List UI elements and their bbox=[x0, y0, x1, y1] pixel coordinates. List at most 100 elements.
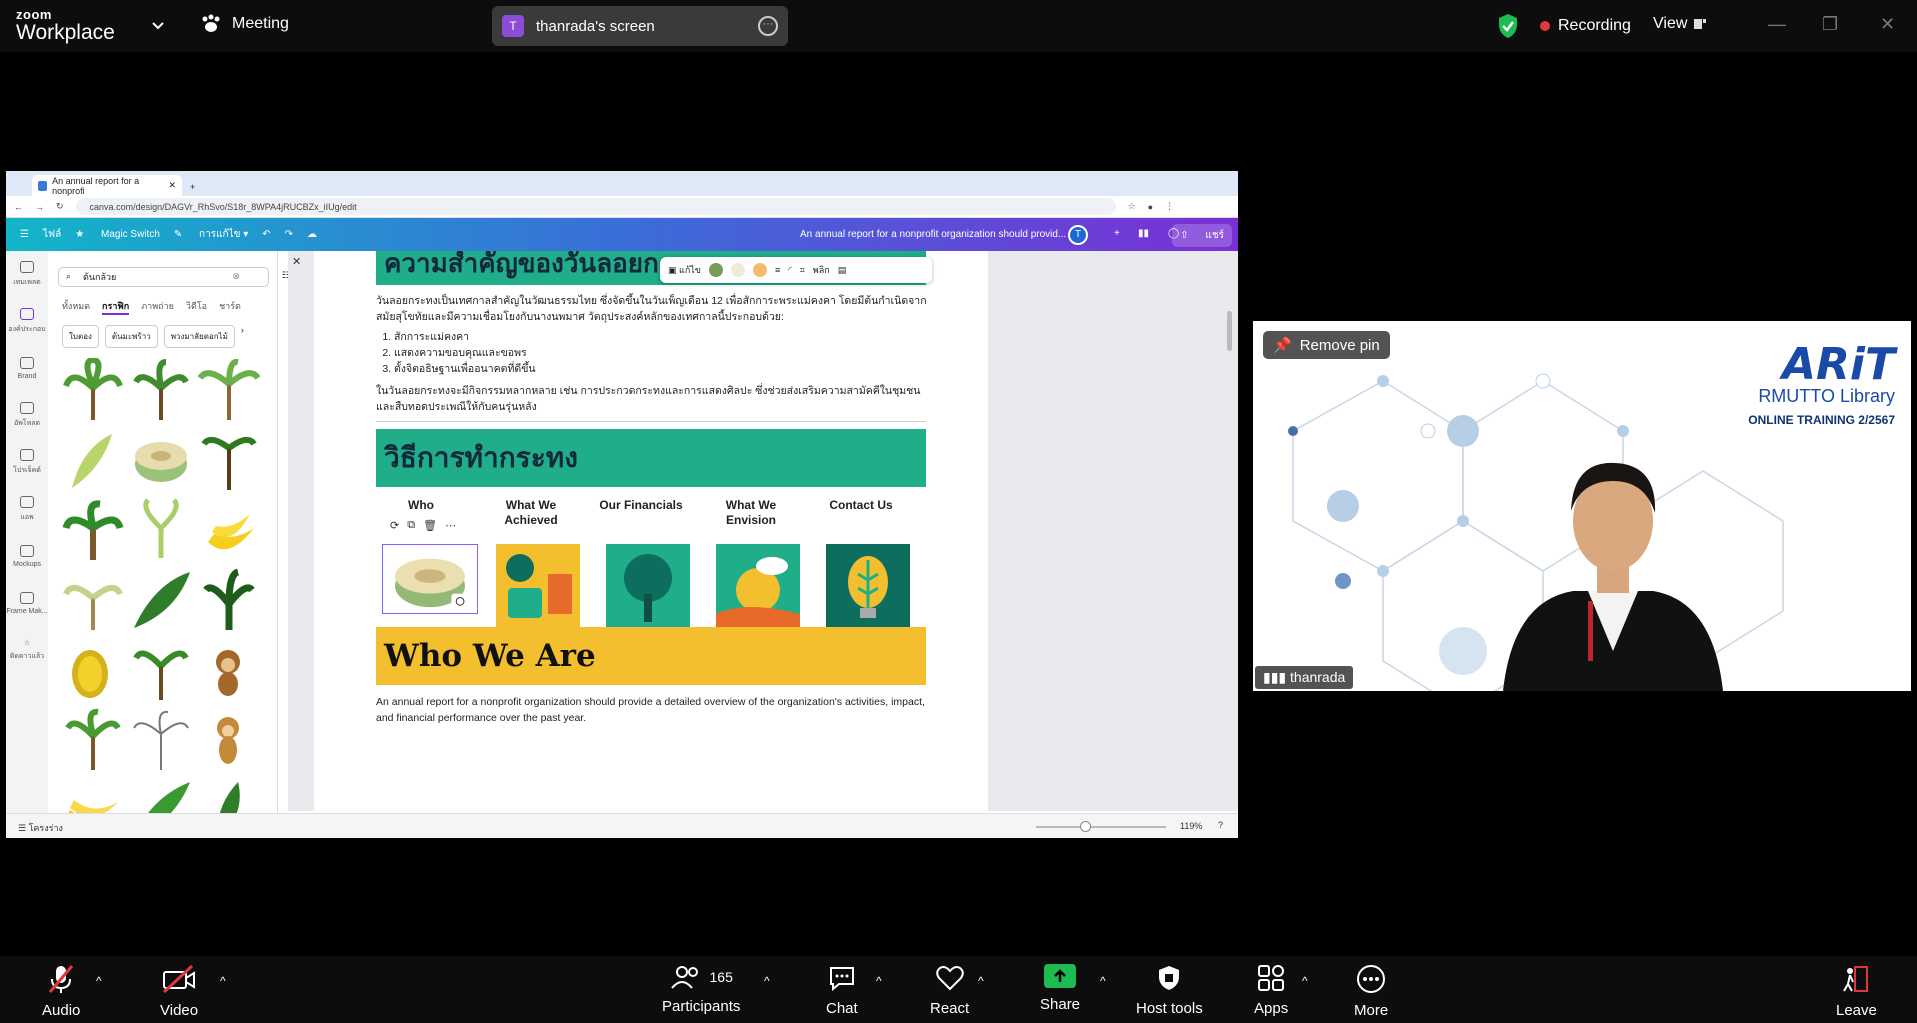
chip-next-icon[interactable]: › bbox=[241, 325, 244, 348]
tab-close-icon[interactable]: ✕ bbox=[168, 180, 176, 191]
banana-leaf-graphic[interactable] bbox=[130, 568, 192, 632]
chat-caret-icon[interactable]: ^ bbox=[876, 974, 882, 988]
rail-item-mockups[interactable]: Mockups bbox=[6, 533, 48, 580]
file-menu[interactable]: ไฟล์ bbox=[43, 227, 61, 242]
edit-image-button[interactable]: ▣ แก้ไข bbox=[668, 263, 701, 277]
share-caret-icon[interactable]: ^ bbox=[1100, 974, 1106, 988]
chat-button[interactable]: Chat bbox=[826, 964, 858, 1017]
intro-paragraph[interactable]: วันลอยกระทงเป็นเทศกาลสำคัญในวัฒนธรรมไทย … bbox=[376, 293, 936, 325]
video-button[interactable]: Video bbox=[160, 964, 198, 1019]
selected-banana-stem-image[interactable] bbox=[382, 544, 478, 614]
rail-item-apps[interactable]: แอพ bbox=[6, 486, 48, 533]
banana-leaf-graphic[interactable] bbox=[130, 498, 192, 562]
browser-tab[interactable]: An annual report for a nonprofi ✕ bbox=[32, 175, 182, 196]
apps-button[interactable]: Apps bbox=[1254, 964, 1288, 1017]
meeting-menu[interactable]: Meeting bbox=[200, 14, 289, 34]
flip-button[interactable]: พลิก bbox=[813, 263, 830, 277]
banana-graphic[interactable] bbox=[198, 498, 260, 562]
zoom-slider-handle[interactable] bbox=[1080, 821, 1091, 832]
magic-switch-button[interactable]: ★ Magic Switch bbox=[75, 229, 160, 240]
canva-user-avatar[interactable]: T bbox=[1068, 225, 1088, 245]
envision-sun-illustration[interactable] bbox=[716, 544, 800, 628]
delete-icon[interactable]: 🗑 bbox=[423, 519, 437, 532]
participants-button[interactable]: 165 Participants bbox=[662, 964, 740, 1015]
monkey-graphic[interactable] bbox=[198, 638, 260, 702]
hamburger-icon[interactable]: ☰ bbox=[20, 229, 29, 240]
banana-tree-graphic[interactable] bbox=[62, 498, 124, 562]
participants-caret-icon[interactable]: ^ bbox=[764, 974, 770, 988]
who-we-are-heading[interactable]: Who We Are bbox=[376, 627, 926, 685]
undo-icon[interactable]: ↶ bbox=[262, 229, 270, 240]
shared-screen-pill[interactable]: T thanrada's screen ··· bbox=[492, 6, 788, 46]
kebab-menu-icon[interactable]: ⋮ bbox=[1165, 201, 1174, 212]
corner-radius-icon[interactable]: ◜ bbox=[788, 265, 792, 276]
column-contact[interactable]: Contact Us bbox=[816, 498, 906, 513]
notes-button[interactable]: ☰ โครงร่าง bbox=[18, 821, 63, 835]
remove-pin-button[interactable]: 📌 Remove pin bbox=[1263, 331, 1390, 359]
analytics-icon[interactable]: ▮▮ bbox=[1138, 228, 1149, 239]
activities-paragraph[interactable]: ในวันลอยกระทงจะมีกิจกรรมหลากหลาย เช่น กา… bbox=[376, 383, 936, 415]
banana-leaf-graphic[interactable] bbox=[62, 428, 124, 492]
banana-tree-graphic[interactable] bbox=[130, 638, 192, 702]
rail-item-starred[interactable]: ☆ ติดดาวแล้ว bbox=[6, 627, 48, 674]
video-options-caret-icon[interactable]: ^ bbox=[220, 974, 226, 988]
rail-item-frame-maker[interactable]: Frame Mak... bbox=[6, 580, 48, 627]
filter-tab-graphics[interactable]: กราฟิก bbox=[102, 299, 130, 315]
financials-tree-illustration[interactable] bbox=[606, 544, 690, 628]
bookmark-star-icon[interactable]: ☆ bbox=[1128, 201, 1136, 212]
more-button[interactable]: More bbox=[1354, 964, 1388, 1019]
apps-caret-icon[interactable]: ^ bbox=[1302, 974, 1308, 988]
filter-tab-charts[interactable]: ชาร์ต bbox=[219, 299, 241, 315]
react-button[interactable]: React bbox=[930, 964, 969, 1017]
rail-item-uploads[interactable]: อัพโหลด bbox=[6, 392, 48, 439]
chip[interactable]: พวงมาลัยดอกไม้ bbox=[163, 325, 235, 348]
more-options-icon[interactable]: ··· bbox=[758, 16, 778, 36]
rail-item-templates[interactable]: เทมเพลต bbox=[6, 251, 48, 298]
profile-icon[interactable]: ● bbox=[1148, 202, 1153, 212]
column-envision[interactable]: What We Envision bbox=[706, 498, 796, 528]
filter-tab-videos[interactable]: วิดีโอ bbox=[186, 299, 207, 315]
monkey-graphic[interactable] bbox=[198, 708, 260, 772]
clear-search-icon[interactable]: ⊗ bbox=[232, 271, 240, 282]
duplicate-icon[interactable]: ⧉ bbox=[407, 519, 415, 532]
share-button[interactable]: ⇧ แชร์ bbox=[1172, 224, 1232, 247]
url-field[interactable]: canva.com/design/DAGVr_RhSvo/S18r_8WPA4j… bbox=[75, 198, 1116, 215]
rail-item-elements[interactable]: องค์ประกอบ bbox=[6, 298, 48, 345]
chip[interactable]: ต้นมะพร้าว bbox=[104, 325, 158, 348]
audio-options-caret-icon[interactable]: ^ bbox=[96, 974, 102, 988]
rail-item-projects[interactable]: โปรเจ็คต์ bbox=[6, 439, 48, 486]
transparency-icon[interactable]: ▤ bbox=[838, 265, 847, 276]
forward-icon[interactable]: → bbox=[35, 202, 44, 212]
minimize-icon[interactable]: — bbox=[1768, 14, 1786, 35]
column-financials[interactable]: Our Financials bbox=[596, 498, 686, 513]
crop-icon[interactable]: ⌗ bbox=[800, 265, 805, 276]
body-paragraph[interactable]: An annual report for a nonprofit organiz… bbox=[376, 694, 936, 726]
column-achieved[interactable]: What We Achieved bbox=[486, 498, 576, 528]
achieved-illustration[interactable] bbox=[496, 544, 580, 628]
recording-indicator[interactable]: Recording bbox=[1540, 17, 1631, 35]
banana-bunch-graphic[interactable] bbox=[62, 638, 124, 702]
border-style-icon[interactable]: ≡ bbox=[775, 265, 780, 275]
color-swatch[interactable] bbox=[752, 263, 767, 277]
host-tools-button[interactable]: Host tools bbox=[1136, 964, 1203, 1017]
contact-bulb-illustration[interactable] bbox=[826, 544, 910, 628]
reload-icon[interactable]: ↻ bbox=[56, 201, 64, 212]
banana-tree-outline-graphic[interactable] bbox=[130, 708, 192, 772]
rotate-icon[interactable]: ⟳ bbox=[390, 519, 399, 532]
back-icon[interactable]: ← bbox=[14, 202, 23, 212]
edit-mode-button[interactable]: ✎ การแก้ไข ▾ bbox=[174, 227, 248, 242]
chevron-down-icon[interactable] bbox=[148, 16, 168, 36]
leave-button[interactable]: Leave bbox=[1836, 964, 1877, 1019]
share-screen-button[interactable]: Share bbox=[1040, 964, 1080, 1013]
color-swatch[interactable] bbox=[708, 263, 723, 277]
document-title[interactable]: An annual report for a nonprofit organiz… bbox=[800, 229, 1066, 240]
restore-icon[interactable]: ❐ bbox=[1822, 14, 1838, 35]
close-panel-icon[interactable]: ✕ bbox=[292, 255, 301, 268]
zoom-slider[interactable] bbox=[1036, 826, 1166, 828]
chip[interactable]: ใบตอง bbox=[62, 325, 99, 348]
banana-tree-graphic[interactable] bbox=[62, 568, 124, 632]
banana-tree-graphic[interactable] bbox=[62, 708, 124, 772]
help-icon[interactable]: ? bbox=[1218, 820, 1223, 830]
filter-tab-photos[interactable]: ภาพถ่าย bbox=[141, 299, 174, 315]
shield-check-icon[interactable] bbox=[1497, 13, 1519, 39]
